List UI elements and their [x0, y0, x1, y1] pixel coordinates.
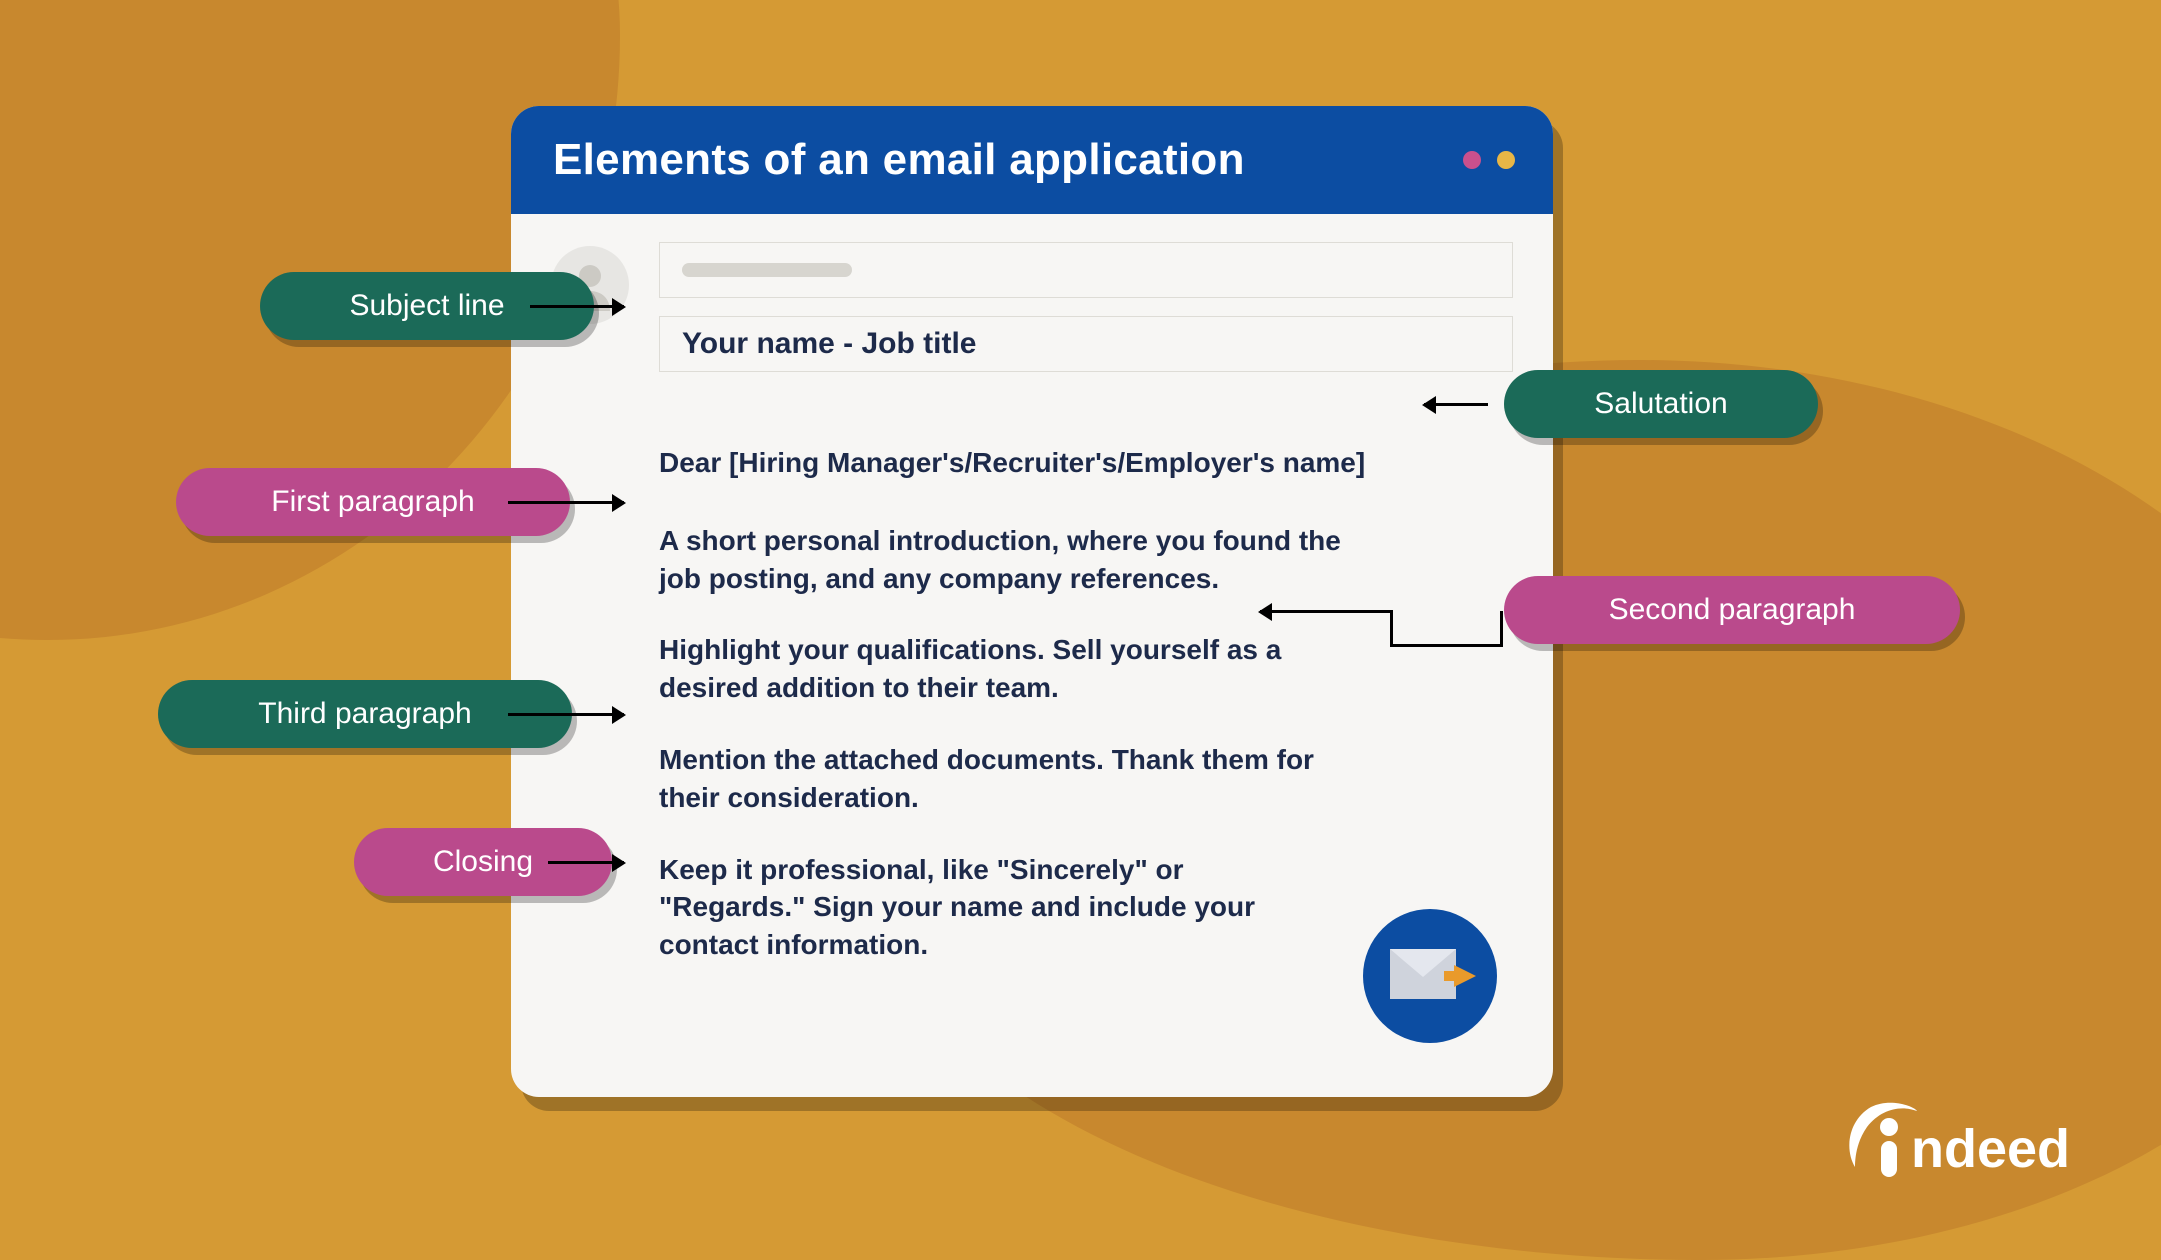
- first-paragraph-text: A short personal introduction, where you…: [659, 522, 1369, 598]
- second-paragraph-text: Highlight your qualifications. Sell your…: [659, 631, 1299, 707]
- closing-text: Keep it professional, like "Sincerely" o…: [659, 851, 1259, 964]
- recipient-field: [659, 242, 1513, 298]
- arrow-segment-icon: [1390, 644, 1502, 647]
- salutation-text: Dear [Hiring Manager's/Recruiter's/Emplo…: [659, 444, 1493, 482]
- arrow-icon: [1260, 610, 1392, 613]
- arrow-icon: [1424, 403, 1488, 406]
- subject-text: Your name - Job title: [682, 327, 976, 361]
- subject-field: Your name - Job title: [659, 316, 1513, 372]
- label-second-paragraph: Second paragraph: [1504, 576, 1960, 644]
- card-header: Elements of an email application: [511, 106, 1553, 214]
- svg-text:ndeed: ndeed: [1911, 1119, 2070, 1179]
- arrow-elbow-icon: [1390, 610, 1393, 646]
- window-dot-icon: [1497, 151, 1515, 169]
- arrow-elbow-icon: [1500, 611, 1503, 647]
- third-paragraph-text: Mention the attached documents. Thank th…: [659, 741, 1339, 817]
- arrow-icon: [548, 861, 624, 864]
- window-dots: [1463, 151, 1515, 169]
- recipient-placeholder-icon: [682, 263, 852, 277]
- arrow-icon: [530, 305, 624, 308]
- indeed-logo: ndeed: [1841, 1101, 2101, 1186]
- label-salutation: Salutation: [1504, 370, 1818, 438]
- card-body: Your name - Job title Dear [Hiring Manag…: [511, 214, 1553, 1004]
- arrow-icon: [508, 501, 624, 504]
- window-dot-icon: [1463, 151, 1481, 169]
- send-icon: [1363, 909, 1497, 1043]
- arrow-icon: [508, 713, 624, 716]
- email-card: Elements of an email application Your na…: [511, 106, 1553, 1097]
- card-title: Elements of an email application: [553, 135, 1245, 185]
